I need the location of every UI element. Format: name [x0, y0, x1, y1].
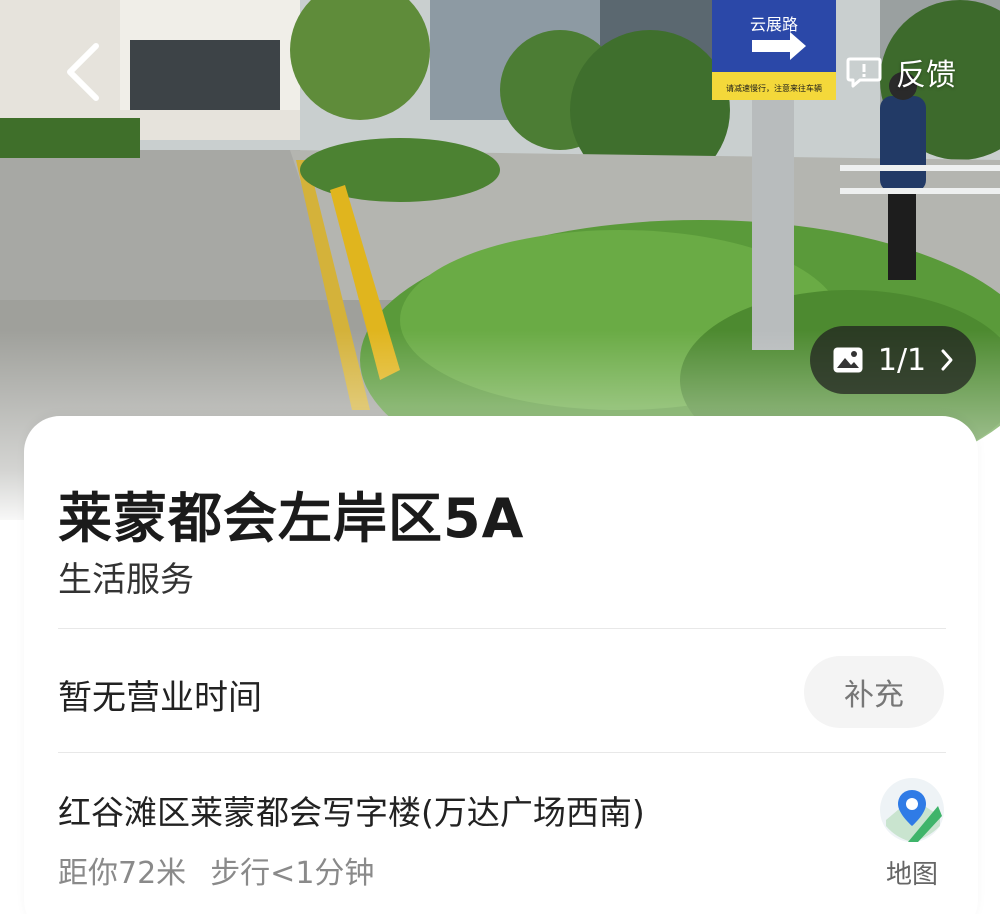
feedback-icon — [846, 57, 882, 88]
photo-counter[interactable]: 1/1 — [810, 326, 976, 394]
business-hours: 暂无营业时间 — [58, 678, 262, 718]
distance-text: 距你72米 — [58, 856, 187, 891]
feedback-label: 反馈 — [896, 58, 956, 93]
poi-title: 莱蒙都会左岸区5A — [58, 487, 525, 550]
map-pin-icon — [880, 778, 944, 842]
map-label: 地图 — [885, 860, 938, 890]
supplement-button[interactable]: 补充 — [804, 656, 944, 728]
sign-subtext: 请减速慢行，注意来往车辆 — [726, 83, 822, 93]
feedback-button[interactable]: 反馈 — [846, 50, 956, 94]
map-button[interactable]: 地图 — [874, 776, 950, 891]
distance-info: 距你72米 步行<1分钟 — [58, 848, 374, 892]
sign-text: 云展路 — [750, 15, 798, 34]
back-arrow-icon — [67, 43, 99, 101]
divider — [58, 752, 946, 753]
walk-time-text: 步行<1分钟 — [210, 856, 375, 891]
back-button[interactable] — [56, 40, 116, 104]
chevron-right-icon — [941, 349, 953, 371]
photo-counter-text: 1/1 — [877, 342, 927, 378]
poi-category: 生活服务 — [58, 560, 194, 600]
poi-detail-card: 莱蒙都会左岸区5A 生活服务 暂无营业时间 补充 红谷滩区莱蒙都会写字楼(万达广… — [24, 416, 978, 914]
divider — [58, 628, 946, 629]
image-icon — [833, 347, 863, 373]
poi-address[interactable]: 红谷滩区莱蒙都会写字楼(万达广场西南) — [58, 786, 645, 834]
